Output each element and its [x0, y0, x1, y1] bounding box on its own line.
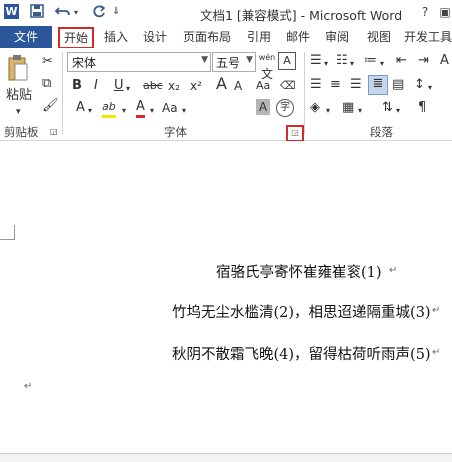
help-icon[interactable]: ?: [414, 2, 436, 22]
borders-dropdown-icon[interactable]: ▾: [358, 103, 362, 119]
chinese-layout-icon[interactable]: A: [440, 53, 449, 69]
tab-developer[interactable]: 开发工具: [404, 26, 452, 48]
multilevel-list-icon[interactable]: ≔: [364, 53, 377, 69]
bullets-dropdown-icon[interactable]: ▾: [324, 56, 328, 72]
char-size-button[interactable]: Aa: [162, 100, 178, 116]
font-grow-button[interactable]: A: [216, 76, 227, 92]
poem-title: 宿骆氏亭寄怀崔雍崔衮(1): [216, 265, 382, 281]
font-size-value: 五号: [216, 56, 241, 70]
justify-icon[interactable]: ≣: [368, 75, 388, 95]
font-group-label: 字体: [164, 125, 187, 139]
tab-file[interactable]: 文件: [0, 26, 52, 48]
align-right-icon[interactable]: ☰: [350, 77, 362, 93]
font-color-dropdown-icon[interactable]: ▾: [150, 103, 154, 119]
ribbon-display-icon[interactable]: ▣: [434, 2, 452, 22]
character-shading-button[interactable]: A: [256, 99, 270, 115]
multilevel-dropdown-icon[interactable]: ▾: [380, 56, 384, 72]
superscript-button[interactable]: x²: [190, 78, 202, 94]
tab-mailings[interactable]: 邮件: [286, 26, 310, 48]
underline-button[interactable]: U: [114, 78, 124, 94]
undo-icon[interactable]: [54, 4, 71, 22]
line-spacing-dropdown-icon[interactable]: ▾: [428, 80, 432, 96]
cut-icon[interactable]: ✂: [42, 54, 53, 70]
bullets-icon[interactable]: ☰: [310, 53, 322, 69]
tab-review[interactable]: 审阅: [325, 26, 349, 48]
format-painter-icon[interactable]: 🖌: [42, 98, 59, 114]
enclose-characters-button[interactable]: 字: [276, 99, 294, 117]
tab-design[interactable]: 设计: [143, 26, 167, 48]
numbering-icon[interactable]: ☷: [336, 53, 348, 69]
align-center-icon[interactable]: ≡: [330, 77, 341, 93]
undo-dropdown-icon[interactable]: ▾: [74, 8, 78, 17]
font-dialog-launcher-icon[interactable]: ◲: [286, 125, 304, 142]
highlight-dropdown-icon[interactable]: ▾: [122, 103, 126, 119]
italic-button[interactable]: I: [94, 78, 98, 94]
font-name-value: 宋体: [72, 56, 97, 70]
shading-dropdown-icon[interactable]: ▾: [326, 103, 330, 119]
document-area[interactable]: 宿骆氏亭寄怀崔雍崔衮(1) ↵ 竹坞无尘水槛清(2)，相思迢递隔重城(3) ↵ …: [0, 141, 452, 462]
chevron-down-icon: ▼: [246, 55, 253, 65]
paragraph-group-label: 段落: [370, 125, 393, 139]
chevron-down-icon: ▼: [201, 55, 208, 65]
ribbon-tabs: 文件 开始 插入 设计 页面布局 引用 邮件 审阅 视图 开发工具: [0, 26, 452, 49]
title-bar: W ▾ ⇓ 文档1 [兼容模式] - Microsoft Word ? ▣: [0, 0, 452, 26]
increase-indent-icon[interactable]: ⇥: [418, 53, 429, 69]
strikethrough-button[interactable]: abc: [143, 78, 163, 94]
change-case-button[interactable]: Aa: [256, 78, 270, 94]
paste-label[interactable]: 粘贴: [4, 88, 34, 104]
subscript-button[interactable]: x₂: [168, 78, 180, 94]
underline-dropdown-icon[interactable]: ▾: [126, 81, 130, 97]
paste-dropdown-icon[interactable]: ▾: [16, 104, 21, 120]
window-title: 文档1 [兼容模式] - Microsoft Word: [200, 8, 403, 23]
paragraph-mark: ↵: [24, 381, 33, 392]
save-icon[interactable]: [30, 4, 44, 22]
redo-icon[interactable]: [92, 4, 106, 22]
sort-dropdown-icon[interactable]: ▾: [396, 103, 400, 119]
ribbon: 粘贴 ▾ ✂ ⧉ 🖌 剪贴板 ◲ 宋体 ▼ 五号 ▼ wén 文 A B I U…: [0, 48, 452, 141]
word-app-icon[interactable]: W: [4, 4, 19, 19]
customize-qat-icon[interactable]: ⇓: [112, 6, 120, 17]
tab-references[interactable]: 引用: [247, 26, 271, 48]
tab-insert[interactable]: 插入: [104, 26, 128, 48]
align-left-icon[interactable]: ☰: [310, 77, 322, 93]
clipboard-launcher-icon[interactable]: ◲: [50, 124, 58, 140]
shading-icon[interactable]: ◈: [310, 100, 320, 116]
distributed-icon[interactable]: ▤: [392, 77, 404, 93]
poem-line-1: 竹坞无尘水槛清(2)，相思迢递隔重城(3): [172, 305, 431, 321]
clear-formatting-icon[interactable]: ⌫: [280, 78, 296, 94]
font-color-button[interactable]: A: [136, 99, 145, 118]
decrease-indent-icon[interactable]: ⇤: [396, 53, 407, 69]
bold-button[interactable]: B: [72, 78, 82, 94]
tab-home[interactable]: 开始: [58, 27, 95, 49]
font-size-select[interactable]: 五号 ▼: [212, 52, 256, 72]
poem-line-2: 秋阴不散霜飞晚(4)，留得枯荷听雨声(5): [172, 347, 431, 363]
clipboard-group-label: 剪贴板: [4, 125, 39, 139]
char-size-dropdown-icon[interactable]: ▾: [182, 103, 186, 119]
line-spacing-icon[interactable]: ↕: [414, 77, 425, 93]
margin-corner-mark: [0, 225, 15, 240]
text-effects-dropdown-icon[interactable]: ▾: [88, 103, 92, 119]
character-border-button[interactable]: A: [278, 52, 296, 70]
show-marks-icon[interactable]: ¶: [418, 100, 426, 116]
font-shrink-button[interactable]: A: [234, 78, 242, 94]
paragraph-mark: ↵: [432, 305, 441, 316]
tab-view[interactable]: 视图: [367, 26, 391, 48]
text-effects-icon[interactable]: A: [76, 100, 85, 116]
copy-icon[interactable]: ⧉: [42, 76, 51, 92]
highlight-button[interactable]: ab: [102, 99, 116, 118]
group-separator: [62, 52, 63, 134]
group-separator: [304, 52, 305, 134]
font-name-select[interactable]: 宋体 ▼: [67, 52, 211, 72]
paragraph-mark: ↵: [432, 347, 441, 358]
sort-icon[interactable]: ⇅: [382, 100, 393, 116]
tab-layout[interactable]: 页面布局: [183, 26, 231, 48]
numbering-dropdown-icon[interactable]: ▾: [350, 56, 354, 72]
paragraph-mark: ↵: [389, 265, 398, 276]
phonetic-pinyin: wén: [258, 53, 276, 62]
borders-icon[interactable]: ▦: [342, 100, 354, 116]
paste-icon[interactable]: [6, 54, 30, 86]
